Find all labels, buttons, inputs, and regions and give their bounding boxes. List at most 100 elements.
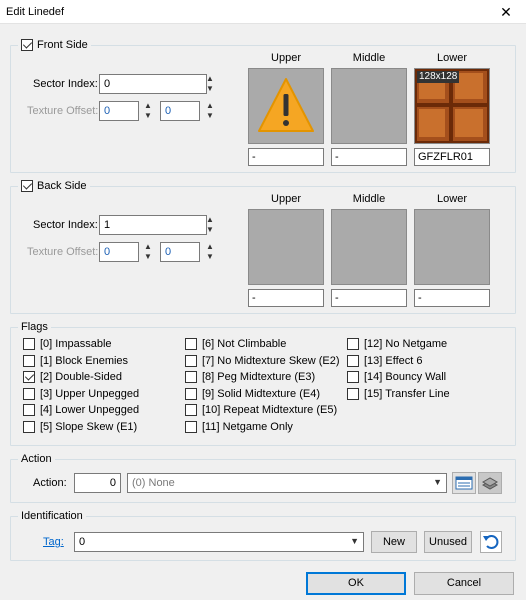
flag-checkbox-1[interactable]: [1] Block Enemies — [23, 354, 129, 367]
back-lower-header: Lower — [437, 193, 467, 205]
checkbox-icon[interactable] — [23, 387, 35, 400]
front-offset-x-stepper[interactable]: ▲ ▼ — [142, 101, 154, 121]
stack-icon — [481, 477, 499, 490]
action-select[interactable]: (0) None ▼ — [127, 473, 447, 493]
back-side-checkbox[interactable] — [21, 180, 33, 192]
front-upper-header: Upper — [271, 52, 301, 64]
new-tag-button[interactable]: New — [371, 531, 417, 553]
cancel-button[interactable]: Cancel — [414, 572, 514, 595]
checkbox-icon[interactable] — [347, 354, 359, 367]
identification-panel: Identification Tag: 0 ▼ New Unused — [10, 510, 516, 561]
front-offset-y-stepper[interactable]: ▲ ▼ — [204, 101, 216, 121]
flag-checkbox-3[interactable]: [3] Upper Unpegged — [23, 387, 140, 400]
flag-label: [3] Upper Unpegged — [40, 387, 140, 400]
checkbox-icon[interactable] — [185, 404, 197, 416]
flag-label: [4] Lower Unpegged — [40, 404, 140, 416]
checkbox-icon[interactable] — [185, 420, 197, 433]
back-middle-name[interactable]: - — [331, 289, 407, 307]
checkbox-icon[interactable] — [23, 420, 35, 433]
flags-legend-label: Flags — [21, 321, 48, 333]
checkbox-icon[interactable] — [185, 354, 197, 367]
back-offset-x-input[interactable]: 0 — [99, 242, 139, 262]
flag-checkbox-5[interactable]: [5] Slope Skew (E1) — [23, 420, 138, 433]
checkbox-icon[interactable] — [347, 387, 359, 400]
front-sector-stepper[interactable]: ▲ ▼ — [204, 74, 216, 94]
front-sector-input[interactable]: 0 — [99, 74, 207, 94]
checkbox-icon[interactable] — [23, 371, 35, 383]
flag-checkbox-14[interactable]: [14] Bouncy Wall — [347, 371, 446, 383]
checkbox-icon[interactable] — [23, 404, 35, 416]
front-upper-name[interactable]: - — [248, 148, 324, 166]
back-middle-header: Middle — [352, 193, 386, 205]
checkbox-icon[interactable] — [347, 338, 359, 350]
flag-label: [11] Netgame Only — [202, 420, 293, 433]
flag-checkbox-10[interactable]: [10] Repeat Midtexture (E5) — [185, 404, 337, 416]
checkbox-icon[interactable] — [185, 338, 197, 350]
tag-link[interactable]: Tag: — [43, 536, 64, 548]
checkbox-icon[interactable] — [23, 354, 35, 367]
back-upper-header: Upper — [271, 193, 301, 205]
action-panel: Action Action: 0 (0) None ▼ — [10, 453, 516, 503]
flag-checkbox-11[interactable]: [11] Netgame Only — [185, 420, 293, 433]
flag-checkbox-4[interactable]: [4] Lower Unpegged — [23, 404, 139, 416]
front-lower-texture[interactable]: 128x128 — [414, 68, 490, 144]
flag-checkbox-7[interactable]: [7] No Midtexture Skew (E2) — [185, 354, 340, 367]
action-presets-button[interactable] — [478, 472, 502, 494]
front-offset-x-input[interactable]: 0 — [99, 101, 139, 121]
action-label: Action: — [33, 477, 67, 489]
front-middle-name[interactable]: - — [331, 148, 407, 166]
action-number-input[interactable]: 0 — [74, 473, 121, 493]
flag-label: [13] Effect 6 — [364, 354, 423, 367]
checkbox-icon[interactable] — [347, 371, 359, 383]
flag-label: [12] No Netgame — [364, 338, 448, 350]
back-lower-texture[interactable] — [414, 209, 490, 285]
restore-tag-button[interactable] — [480, 531, 502, 553]
flag-label: [6] Not Climbable — [202, 338, 287, 350]
checkbox-icon[interactable] — [185, 387, 197, 400]
back-offset-label: Texture Offset: — [27, 246, 99, 258]
back-sector-input[interactable]: 1 — [99, 215, 207, 235]
checkbox-icon[interactable] — [185, 371, 197, 383]
front-side-label: Front Side — [37, 39, 88, 51]
flag-checkbox-8[interactable]: [8] Peg Midtexture (E3) — [185, 371, 315, 383]
checkbox-icon[interactable] — [23, 338, 35, 350]
back-offset-y-input[interactable]: 0 — [160, 242, 200, 262]
front-offset-label: Texture Offset: — [27, 105, 99, 117]
back-middle-texture[interactable] — [331, 209, 407, 285]
flag-label: [1] Block Enemies — [40, 354, 129, 367]
flag-checkbox-15[interactable]: [15] Transfer Line — [347, 387, 450, 400]
flag-label: [15] Transfer Line — [364, 387, 450, 400]
flag-checkbox-0[interactable]: [0] Impassable — [23, 338, 112, 350]
flag-label: [5] Slope Skew (E1) — [40, 420, 138, 433]
back-offset-x-stepper[interactable]: ▲ ▼ — [142, 242, 154, 262]
identification-legend: Identification — [18, 510, 86, 522]
unused-tag-button[interactable]: Unused — [424, 531, 472, 553]
front-side-panel: Front Side Sector Index: 0 ▲ ▼ Texture Of… — [10, 39, 516, 173]
flag-checkbox-13[interactable]: [13] Effect 6 — [347, 354, 423, 367]
tag-select[interactable]: 0 ▼ — [74, 532, 364, 552]
flag-checkbox-6[interactable]: [6] Not Climbable — [185, 338, 286, 350]
front-offset-y-input[interactable]: 0 — [160, 101, 200, 121]
back-sector-stepper[interactable]: ▲ ▼ — [204, 215, 216, 235]
flag-label: [7] No Midtexture Skew (E2) — [202, 354, 340, 367]
front-middle-texture[interactable] — [331, 68, 407, 144]
ok-button[interactable]: OK — [306, 572, 406, 595]
warning-icon — [258, 78, 314, 132]
back-upper-texture[interactable] — [248, 209, 324, 285]
front-lower-name[interactable]: GFZFLR01 — [414, 148, 490, 166]
close-icon[interactable]: ✕ — [496, 4, 516, 20]
flag-checkbox-2[interactable]: [2] Double-Sided — [23, 371, 122, 383]
undo-icon — [483, 535, 499, 549]
front-side-checkbox[interactable] — [21, 39, 33, 51]
front-side-legend: Front Side — [18, 39, 91, 51]
list-window-icon — [455, 476, 473, 490]
flag-checkbox-9[interactable]: [9] Solid Midtexture (E4) — [185, 387, 320, 400]
back-upper-name[interactable]: - — [248, 289, 324, 307]
front-upper-texture[interactable] — [248, 68, 324, 144]
back-lower-name[interactable]: - — [414, 289, 490, 307]
browse-action-button[interactable] — [452, 472, 476, 494]
back-side-label: Back Side — [37, 180, 87, 192]
flag-label: [9] Solid Midtexture (E4) — [202, 387, 320, 400]
flag-checkbox-12[interactable]: [12] No Netgame — [347, 338, 447, 350]
back-offset-y-stepper[interactable]: ▲ ▼ — [204, 242, 216, 262]
